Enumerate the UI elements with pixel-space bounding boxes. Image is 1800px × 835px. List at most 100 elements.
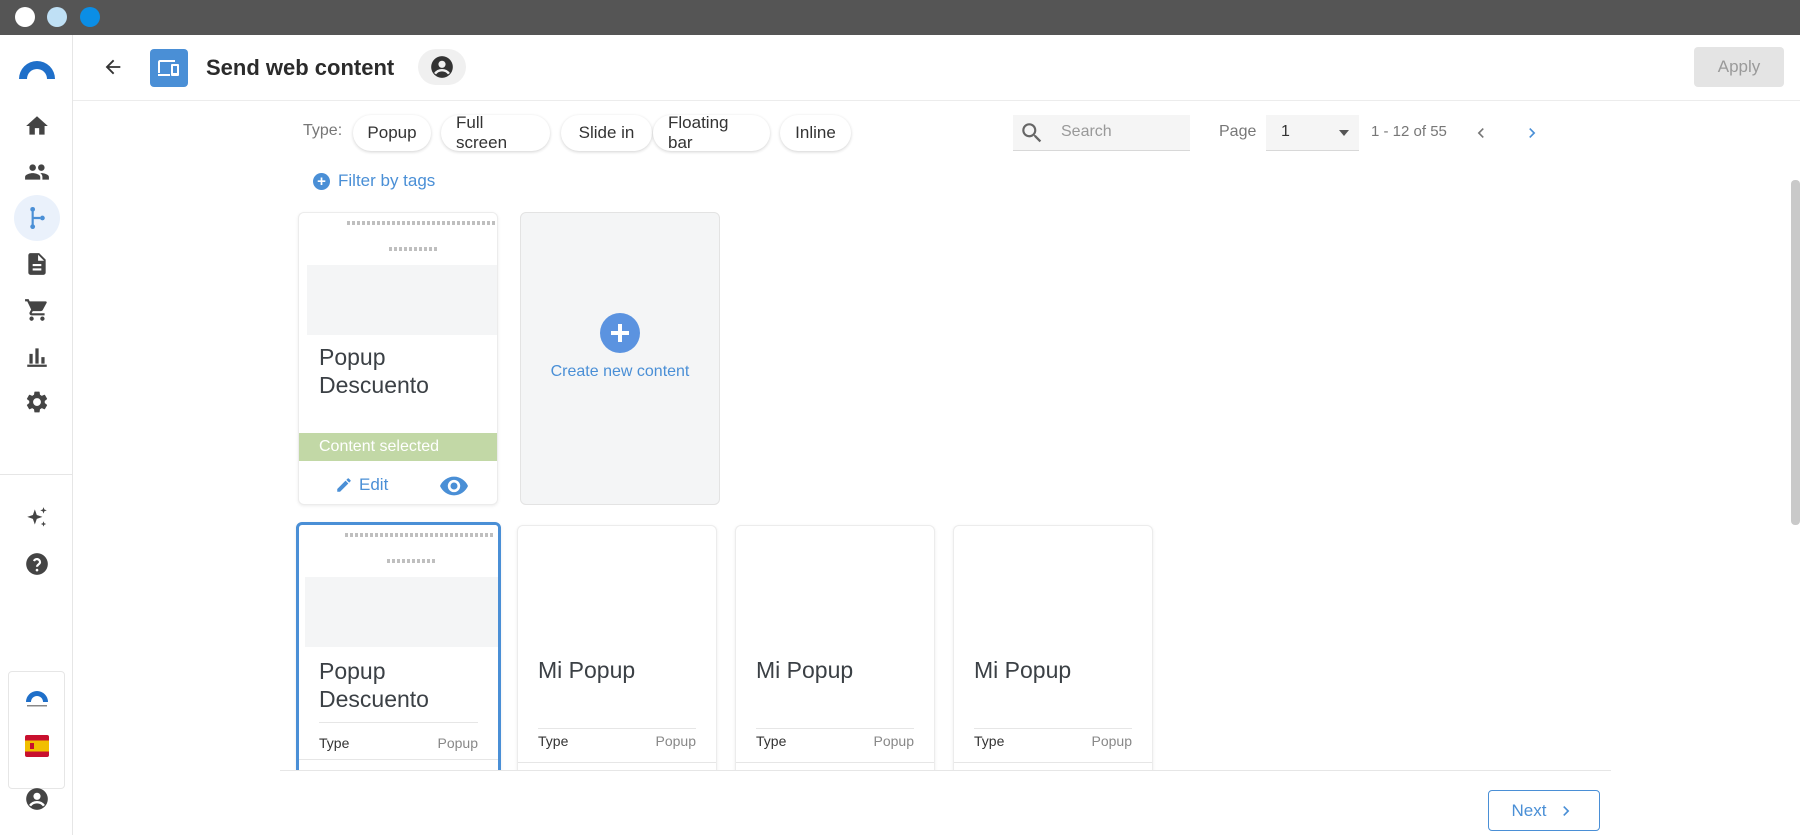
next-page-button[interactable] — [1519, 120, 1545, 146]
page-title: Send web content — [206, 55, 395, 80]
card-title: Popup Descuento — [319, 344, 429, 398]
selected-content-card[interactable]: Popup Descuento Content selected Edit — [298, 212, 498, 505]
add-circle-icon: + — [313, 172, 330, 190]
content-card[interactable]: Mi Popup Type Popup — [517, 525, 717, 770]
chevron-left-icon — [1477, 128, 1484, 138]
preview-text-line — [387, 559, 437, 563]
sidebar-item-help[interactable] — [14, 541, 60, 587]
page-header: Send web content Apply — [73, 35, 1800, 101]
edit-button[interactable]: Edit — [335, 475, 388, 495]
window-close-button[interactable] — [15, 7, 35, 27]
create-new-content-card[interactable]: Create new content — [520, 212, 720, 505]
filter-by-tags-link[interactable]: + Filter by tags — [313, 171, 435, 191]
help-icon — [26, 553, 48, 575]
pencil-icon — [337, 478, 351, 492]
card-divider — [954, 762, 1152, 763]
type-value: Popup — [1091, 733, 1132, 749]
content-preview-image — [305, 577, 498, 647]
sidebar-item-contacts[interactable] — [14, 149, 60, 195]
type-key: Type — [319, 735, 350, 751]
eye-icon — [440, 476, 468, 496]
sidebar-item-flows[interactable] — [14, 195, 60, 241]
document-icon — [28, 253, 46, 275]
sidebar-divider — [0, 474, 73, 475]
type-chip-full-screen[interactable]: Full screen — [441, 113, 550, 152]
content-card[interactable]: Mi Popup Type Popup — [953, 525, 1153, 770]
sidebar — [0, 35, 73, 835]
search-input[interactable] — [1061, 123, 1181, 141]
spain-flag-icon[interactable] — [25, 735, 49, 757]
window-minimize-button[interactable] — [47, 7, 67, 27]
content-card[interactable]: Mi Popup Type Popup — [735, 525, 935, 770]
card-divider — [518, 762, 716, 763]
search-icon — [1022, 123, 1042, 143]
type-chip-slide-in[interactable]: Slide in — [561, 115, 652, 151]
type-filter-label: Type: — [303, 122, 343, 139]
flow-icon — [30, 206, 45, 230]
card-divider — [538, 728, 696, 729]
app-logo-icon[interactable] — [17, 57, 57, 81]
card-divider — [756, 728, 914, 729]
sidebar-item-settings[interactable] — [14, 379, 60, 425]
type-value: Popup — [437, 735, 478, 751]
chevron-right-icon — [1563, 805, 1570, 816]
sidebar-item-analytics[interactable] — [14, 333, 60, 379]
chart-icon — [27, 348, 47, 367]
card-title: Mi Popup — [538, 657, 636, 683]
devices-icon — [158, 60, 179, 76]
arrow-back-icon — [105, 59, 121, 75]
preview-text-line — [345, 533, 495, 537]
type-chip-floating-bar[interactable]: Floating bar — [653, 113, 770, 152]
type-chip-inline[interactable]: Inline — [780, 115, 851, 151]
web-content-app-icon — [150, 49, 188, 87]
caret-down-icon — [1339, 130, 1349, 136]
filter-by-tags-label: Filter by tags — [338, 171, 436, 190]
sidebar-item-profile[interactable] — [14, 776, 60, 822]
page-select-value: 1 — [1281, 123, 1290, 140]
preview-text-line — [389, 247, 439, 251]
add-circle-icon — [600, 313, 640, 353]
sparkle-icon — [27, 507, 47, 527]
preview-button[interactable] — [439, 475, 469, 497]
card-divider — [974, 728, 1132, 729]
sidebar-item-ai[interactable] — [14, 495, 60, 541]
cart-icon — [25, 299, 47, 321]
content-preview — [307, 213, 497, 265]
back-button[interactable] — [98, 52, 128, 82]
next-label: Next — [1511, 800, 1547, 820]
account-switcher — [8, 671, 65, 789]
content-selected-banner: Content selected — [299, 433, 497, 461]
create-new-content-label: Create new content — [550, 363, 690, 380]
page-select[interactable]: 1 — [1266, 115, 1359, 151]
card-title: Mi Popup — [756, 657, 854, 683]
window-title-bar — [0, 0, 1800, 35]
gear-icon — [26, 391, 48, 413]
card-divider — [319, 722, 478, 723]
card-divider — [299, 759, 498, 760]
user-account-icon — [26, 788, 48, 810]
next-button[interactable]: Next — [1488, 790, 1600, 831]
home-icon — [26, 116, 48, 135]
search-field — [1013, 115, 1190, 151]
page-label: Page — [1219, 123, 1257, 140]
content-grid: Popup Descuento Content selected Edit Cr… — [280, 200, 1611, 771]
type-key: Type — [756, 733, 787, 749]
sidebar-item-content[interactable] — [14, 241, 60, 287]
brand-logo-icon[interactable] — [24, 688, 50, 710]
apply-button[interactable]: Apply — [1694, 47, 1784, 87]
previous-page-button[interactable] — [1468, 120, 1494, 146]
preview-text-line — [347, 221, 497, 225]
content-preview — [305, 525, 498, 577]
type-value: Popup — [655, 733, 696, 749]
window-maximize-button[interactable] — [80, 7, 100, 27]
user-chip[interactable] — [418, 49, 466, 85]
sidebar-item-ecommerce[interactable] — [14, 287, 60, 333]
card-title: Mi Popup — [974, 657, 1072, 683]
type-chip-popup[interactable]: Popup — [353, 115, 431, 151]
page-scrollbar[interactable] — [1791, 180, 1800, 525]
sidebar-item-home[interactable] — [14, 103, 60, 149]
edit-label: Edit — [359, 475, 389, 494]
content-card[interactable]: Popup Descuento Type Popup — [296, 522, 501, 770]
user-account-icon — [431, 56, 453, 78]
type-key: Type — [974, 733, 1005, 749]
